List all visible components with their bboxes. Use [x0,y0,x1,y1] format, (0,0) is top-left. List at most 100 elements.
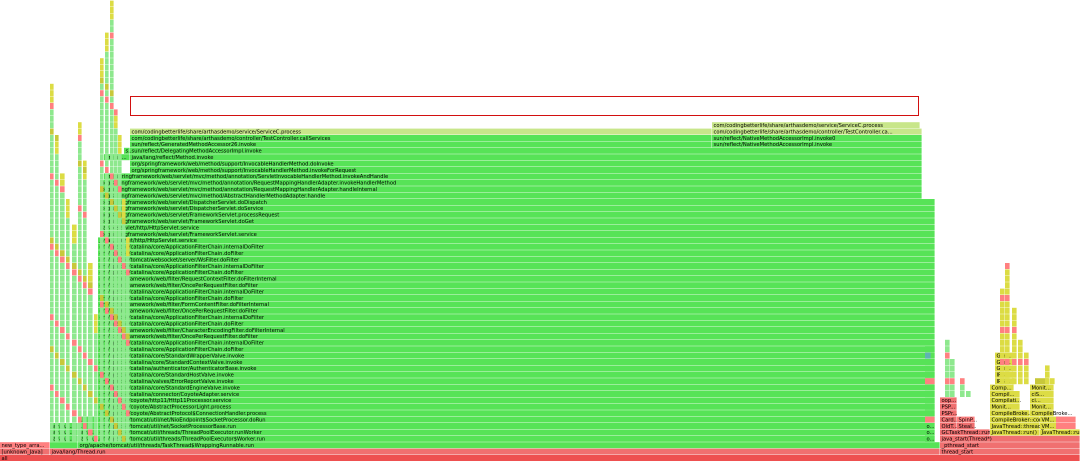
frame-spike[interactable] [66,352,70,359]
frame-spike[interactable] [94,397,98,404]
frame-spike[interactable] [78,410,82,417]
frame-spike[interactable] [83,397,87,404]
frame-spike[interactable] [50,275,54,282]
frame-spike[interactable] [66,269,70,276]
frame-right-edge[interactable] [925,416,935,423]
frame-spike[interactable] [105,147,109,154]
frame-spike[interactable] [60,295,65,301]
frame-jvm-spike[interactable] [1024,359,1029,365]
frame-spike[interactable] [88,397,93,404]
frame-gc-spike[interactable] [945,346,950,353]
frame-gc-spike[interactable] [966,391,971,397]
frame-spike[interactable] [114,205,118,212]
frame-spike[interactable] [110,192,114,199]
frame-spike[interactable] [105,416,109,423]
frame-spike[interactable] [118,263,122,269]
frame-spike[interactable] [83,231,87,237]
frame-jvm-spike[interactable] [1012,339,1017,346]
frame-spike[interactable] [110,26,114,33]
frame-gc-spike[interactable] [945,384,950,391]
frame-service-c-process[interactable]: com/codingbetterlife/share/arthasdemo/se… [130,128,712,136]
frame-spike[interactable] [66,288,70,295]
frame-spike[interactable] [110,96,114,103]
frame-spike[interactable] [105,307,109,314]
frame-spike[interactable] [60,352,65,359]
frame-spike[interactable] [50,327,54,333]
frame-spike[interactable] [88,410,93,417]
frame-jvm-spike[interactable] [1024,365,1029,372]
frame-pthread-start[interactable]: _pthread_start [940,442,1080,449]
frame-spike[interactable] [83,218,87,225]
frame-spike[interactable] [88,378,93,385]
frame-generated-accessor[interactable]: sun/reflect/GeneratedMethodAccessor26.in… [130,141,712,148]
frame-spike[interactable] [122,314,126,321]
frame-spike[interactable] [60,269,65,276]
frame-spike[interactable] [118,199,122,205]
frame-spike[interactable] [60,384,65,391]
frame-spike[interactable] [122,333,126,340]
frame-spike[interactable] [55,301,59,308]
frame-spike[interactable] [78,211,82,218]
frame-jvm-spike[interactable] [1050,378,1055,385]
frame-spike[interactable] [50,231,54,237]
frame-spike[interactable] [72,435,77,442]
frame-spike[interactable] [66,218,70,225]
frame-jvm-spike[interactable] [1000,339,1005,346]
frame-spike[interactable] [122,199,126,205]
frame-spike[interactable] [55,307,59,314]
frame-spike[interactable] [50,346,54,353]
frame-spike[interactable] [78,295,82,301]
frame-jvm-spike[interactable] [1005,295,1010,301]
frame-spike[interactable] [83,282,87,289]
frame-thread-run[interactable]: java/lang/Thread.run [50,448,940,456]
frame-spike[interactable] [110,378,114,385]
frame-spike[interactable] [118,192,122,199]
frame-spike[interactable] [105,346,109,353]
frame-jvm-spike[interactable] [1012,352,1017,359]
frame-spike[interactable] [114,275,118,282]
frame-spike[interactable] [105,301,109,308]
frame-spike[interactable] [105,371,109,378]
frame-spike[interactable] [88,365,93,372]
frame-spike[interactable] [122,288,126,295]
frame-spike[interactable] [114,263,118,269]
frame-spike[interactable] [60,205,65,212]
frame-spike[interactable] [105,32,109,39]
frame-conn-handler-process[interactable]: org/apache/coyote/AbstractProtocol$Conne… [98,410,935,417]
frame-spike[interactable] [66,410,70,417]
frame-spike[interactable] [114,109,118,116]
frame-spike[interactable] [60,211,65,218]
frame-spike[interactable] [55,135,59,141]
frame-spike[interactable] [83,160,87,167]
frame-spike[interactable] [94,320,98,327]
frame-spike[interactable] [60,391,65,397]
frame-spike[interactable] [50,429,54,436]
frame-spike[interactable] [122,275,126,282]
frame-spike[interactable] [114,122,118,129]
frame-spike[interactable] [83,256,87,263]
frame-spike[interactable] [118,371,122,378]
frame-spike[interactable] [78,327,82,333]
frame-spike[interactable] [50,243,54,250]
frame-spike[interactable] [110,39,114,45]
frame-spike[interactable] [110,71,114,77]
frame-spike[interactable] [78,352,82,359]
frame-spike[interactable] [105,403,109,410]
frame-spike[interactable] [50,359,54,365]
frame-spike[interactable] [50,250,54,257]
frame-spike[interactable] [55,141,59,148]
frame-spike[interactable] [100,346,104,353]
frame-spike[interactable] [78,429,82,436]
frame-spike[interactable] [118,160,122,167]
frame-spike[interactable] [122,378,126,385]
frame-spike[interactable] [100,269,104,276]
frame-spike[interactable] [110,384,114,391]
frame-spike[interactable] [126,327,130,333]
frame-spike[interactable] [100,211,104,218]
frame-spike[interactable] [100,435,104,442]
frame-spike[interactable] [118,243,122,250]
frame-spike[interactable] [83,275,87,282]
frame-spike[interactable] [50,288,54,295]
frame-spike[interactable] [50,179,54,186]
frame-spike[interactable] [100,173,104,180]
